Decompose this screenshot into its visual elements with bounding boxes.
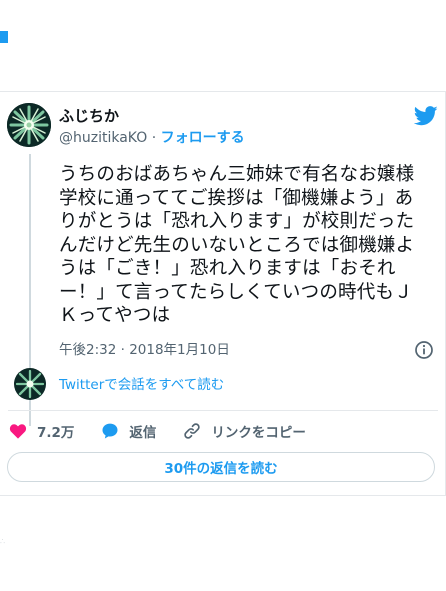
- small-avatar-image: [14, 368, 46, 400]
- user-handle[interactable]: @huzitikaKO: [59, 130, 147, 146]
- reply-label: 返信: [129, 425, 157, 441]
- tweet-timestamp[interactable]: 午後2:32 · 2018年1月10日: [59, 341, 230, 359]
- follow-button[interactable]: フォローする: [161, 130, 245, 146]
- small-avatar[interactable]: [14, 368, 46, 400]
- avatar-image: [7, 103, 51, 147]
- copy-link-label: リンクをコピー: [211, 425, 306, 441]
- copy-link-button[interactable]: リンクをコピー: [182, 421, 306, 441]
- avatar[interactable]: [7, 103, 51, 147]
- like-count: 7.2万: [37, 425, 75, 441]
- link-icon: [184, 423, 201, 439]
- reply-action-button[interactable]: 返信: [100, 421, 156, 441]
- heart-icon: [9, 424, 27, 439]
- divider: [8, 410, 438, 411]
- action-bar: 7.2万 返信 リンクをコピー: [8, 420, 332, 442]
- info-icon[interactable]: [414, 340, 434, 360]
- faint-mark: ∴: [0, 537, 6, 546]
- twitter-bird-icon[interactable]: [414, 106, 438, 126]
- page-edge-accent: [0, 31, 8, 43]
- like-button[interactable]: 7.2万: [8, 421, 74, 441]
- embedded-tweet-card: ふじちか @huzitikaKO · フォローする うちのおばあちゃん三姉妹で有…: [0, 91, 446, 496]
- read-conversation-link[interactable]: Twitterで会話をすべて読む: [59, 376, 224, 394]
- display-name[interactable]: ふじちか: [59, 107, 119, 125]
- handle-separator: ·: [147, 130, 161, 146]
- read-replies-button[interactable]: 30件の返信を読む: [7, 452, 435, 482]
- reply-bubble-icon: [102, 423, 118, 439]
- tweet-text: うちのおばあちゃん三姉妹で有名なお嬢様学校に通っててご挨拶は「御機嫌よう」ありが…: [59, 164, 415, 326]
- handle-row: @huzitikaKO · フォローする: [59, 129, 245, 147]
